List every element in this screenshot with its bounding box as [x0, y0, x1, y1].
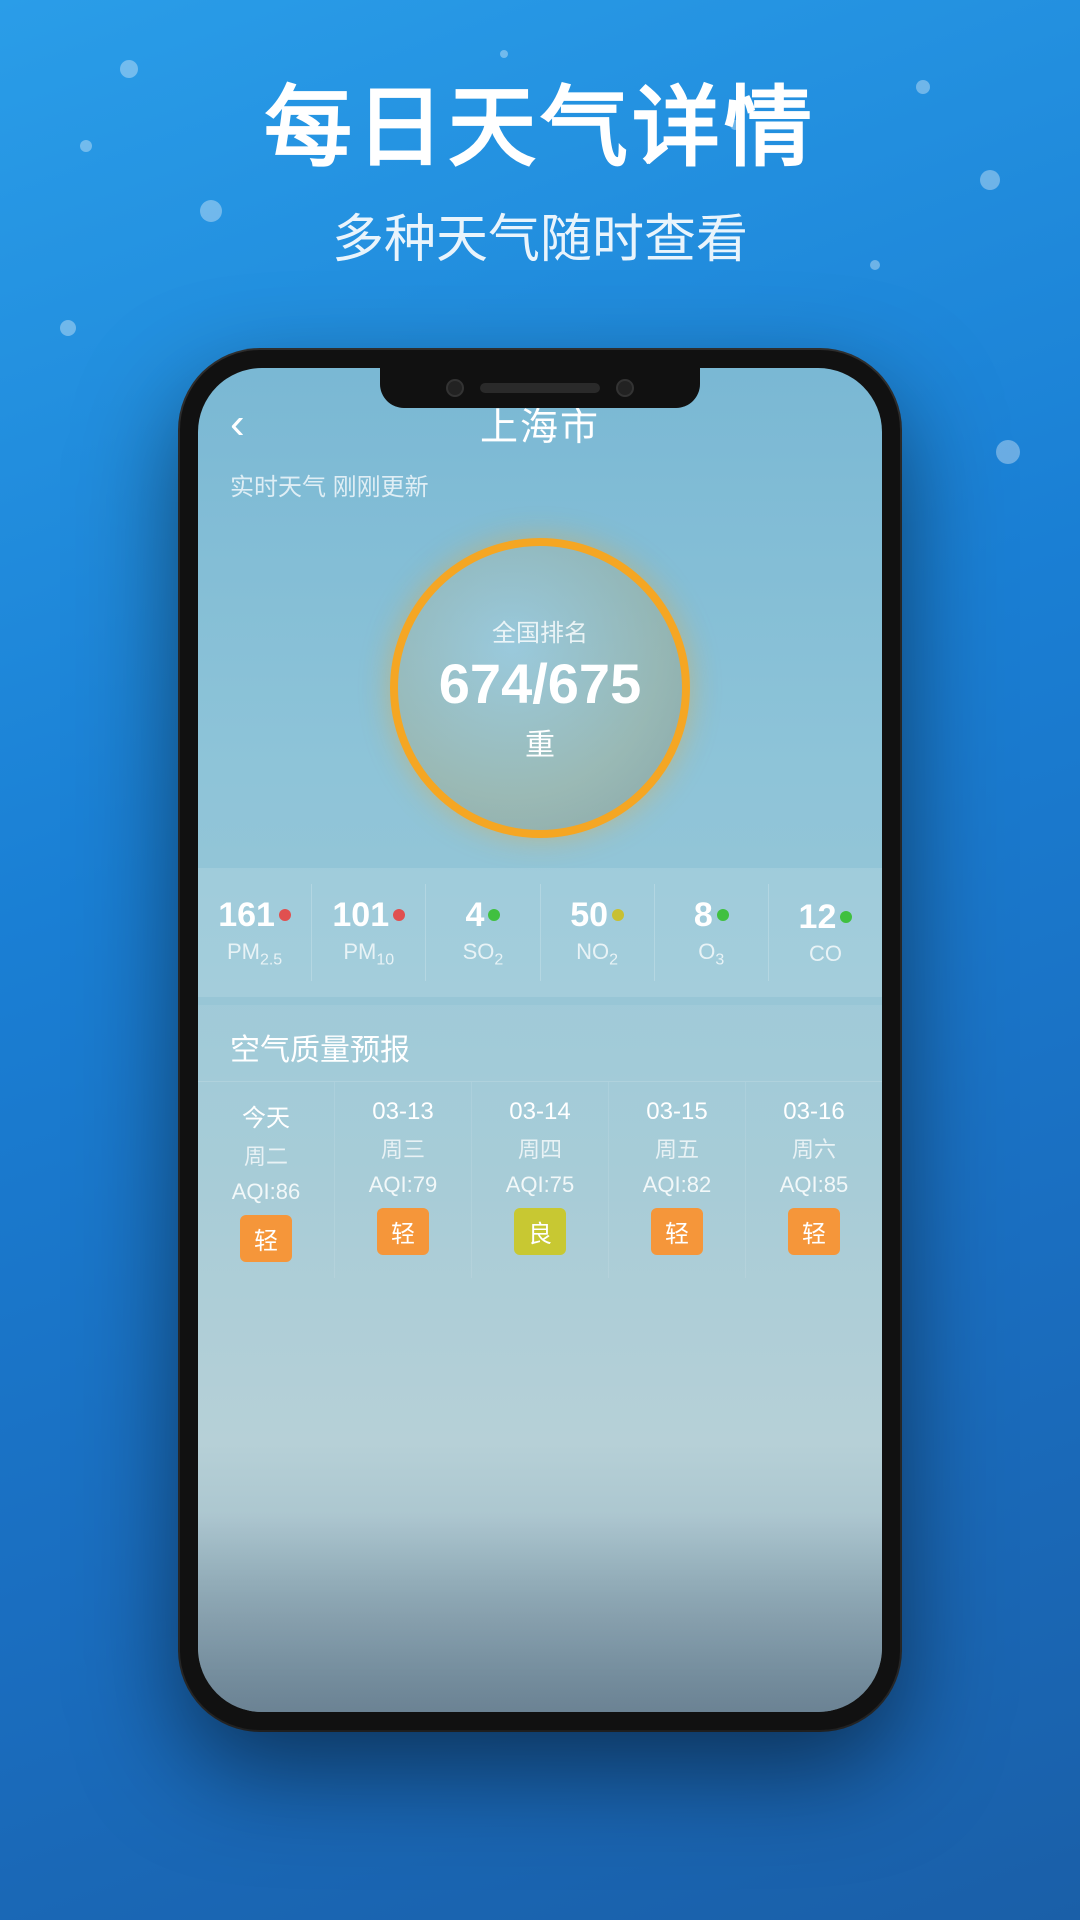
deco-dot — [996, 440, 1020, 464]
forecast-date: 03-15 — [646, 1098, 707, 1126]
metric-value: 50 — [570, 896, 608, 935]
metric-item: 12 CO — [769, 884, 882, 981]
metric-dot — [717, 909, 729, 921]
forecast-aqi-value: AQI:82 — [643, 1172, 711, 1198]
forecast-section: 空气质量预报 今天周二 AQI:86 轻 03-13 周三 AQI:79 轻 03-14 周四 A… — [198, 1005, 882, 1712]
forecast-col: 03-14 周四 AQI:75 良 — [472, 1082, 609, 1278]
phone-top-bar — [380, 368, 700, 408]
metric-value: 12 — [799, 898, 837, 937]
forecast-col: 今天周二 AQI:86 轻 — [198, 1082, 335, 1278]
forecast-aqi-value: AQI:85 — [780, 1172, 848, 1198]
metric-name: CO — [809, 941, 842, 967]
forecast-aqi-value: AQI:79 — [369, 1172, 437, 1198]
metric-dot — [612, 909, 624, 921]
metric-item: 161 PM2.5 — [198, 884, 312, 981]
aqi-section: 全国排名 674/675 重 — [198, 518, 882, 868]
forecast-row: 今天周二AQI:86轻03-13周三AQI:79轻03-14周四AQI:75良0… — [198, 1082, 882, 1278]
app-screen: ‹ 上海市 实时天气 刚刚更新 全国排名 674/675 重 — [198, 368, 882, 1712]
forecast-date: 03-14 — [509, 1098, 570, 1126]
earpiece-dot — [616, 379, 634, 397]
phone-outer: ‹ 上海市 实时天气 刚刚更新 全国排名 674/675 重 — [180, 350, 900, 1730]
forecast-date: 03-16 — [783, 1098, 844, 1126]
status-text: 实时天气 刚刚更新 — [198, 463, 882, 518]
background: 每日天气详情 多种天气随时查看 ‹ 上海市 实时天气 刚刚更新 — [0, 0, 1080, 1920]
metric-dot — [279, 909, 291, 921]
forecast-day: 周三 — [381, 1132, 425, 1164]
forecast-day: 周二 — [244, 1139, 288, 1171]
forecast-aqi-value: AQI:75 — [506, 1172, 574, 1198]
metric-name: O3 — [698, 939, 724, 969]
aqi-level: 重 — [439, 720, 641, 764]
forecast-badge: 轻 — [788, 1208, 840, 1255]
camera-dot — [446, 379, 464, 397]
aqi-circle: 全国排名 674/675 重 — [390, 538, 690, 838]
aqi-rank-label: 全国排名 — [439, 613, 641, 648]
metric-value: 161 — [218, 896, 275, 935]
forecast-header: 空气质量预报 — [198, 1005, 882, 1082]
metric-value: 4 — [465, 896, 484, 935]
metric-item: 50NO2 — [541, 884, 655, 981]
metric-name: PM2.5 — [227, 939, 282, 969]
header-section: 每日天气详情 多种天气随时查看 — [0, 0, 1080, 272]
metric-value: 8 — [694, 896, 713, 935]
forecast-date: 03-13 — [372, 1098, 433, 1126]
phone-screen: ‹ 上海市 实时天气 刚刚更新 全国排名 674/675 重 — [198, 368, 882, 1712]
back-button[interactable]: ‹ — [230, 399, 245, 449]
phone-mockup: ‹ 上海市 实时天气 刚刚更新 全国排名 674/675 重 — [180, 350, 900, 1730]
forecast-col: 03-13 周三 AQI:79 轻 — [335, 1082, 472, 1278]
main-title: 每日天气详情 — [0, 80, 1080, 177]
metric-value: 101 — [332, 896, 389, 935]
metric-item: 8O3 — [655, 884, 769, 981]
metric-dot — [840, 911, 852, 923]
forecast-badge: 良 — [514, 1208, 566, 1255]
metric-name: SO2 — [463, 939, 504, 969]
forecast-badge: 轻 — [377, 1208, 429, 1255]
metric-item: 4SO2 — [426, 884, 540, 981]
metric-dot — [393, 909, 405, 921]
deco-dot — [60, 320, 76, 336]
metric-name: PM10 — [343, 939, 394, 969]
forecast-day: 周六 — [792, 1132, 836, 1164]
forecast-col: 03-16 周六 AQI:85 轻 — [746, 1082, 882, 1278]
metric-item: 101 PM10 — [312, 884, 426, 981]
forecast-aqi-value: AQI:86 — [232, 1179, 300, 1205]
forecast-day: 周四 — [518, 1132, 562, 1164]
aqi-inner: 全国排名 674/675 重 — [439, 613, 641, 764]
metric-name: NO2 — [576, 939, 618, 969]
forecast-col: 03-15 周五 AQI:82 轻 — [609, 1082, 746, 1278]
sub-title: 多种天气随时查看 — [0, 197, 1080, 272]
speaker-bar — [480, 383, 600, 393]
metric-dot — [488, 909, 500, 921]
forecast-date: 今天 — [242, 1098, 290, 1133]
metrics-section: 161PM2.5101PM104SO250NO28O312CO — [198, 868, 882, 997]
forecast-badge: 轻 — [240, 1215, 292, 1262]
aqi-rank-value: 674/675 — [439, 656, 641, 712]
forecast-badge: 轻 — [651, 1208, 703, 1255]
forecast-day: 周五 — [655, 1132, 699, 1164]
